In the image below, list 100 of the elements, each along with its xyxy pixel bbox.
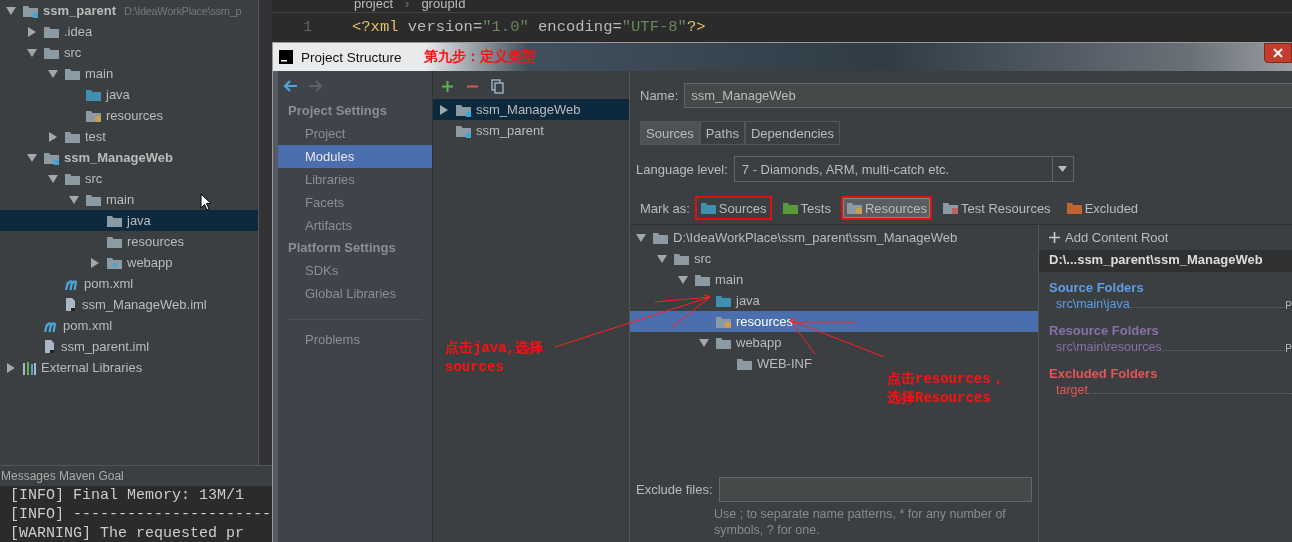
tree-row[interactable]: ssm_ManageWeb.iml [0, 294, 258, 315]
folder-properties-label[interactable]: P [1285, 343, 1292, 354]
add-content-root-button[interactable]: Add Content Root [1039, 225, 1179, 250]
nav-item[interactable]: Project [278, 122, 432, 145]
folder-icon [736, 356, 753, 371]
language-level-dropdown[interactable]: 7 - Diamonds, ARM, multi-catch etc. [733, 156, 1074, 182]
folder-icon [106, 234, 123, 249]
mark-as-button[interactable]: Excluded [1060, 196, 1144, 220]
tree-row[interactable]: webapp [0, 252, 258, 273]
tree-row[interactable]: java [0, 84, 258, 105]
mark-as-button[interactable]: Test Resources [937, 196, 1056, 220]
tree-row[interactable]: pom.xml [0, 315, 258, 336]
expanded-arrow-icon[interactable] [636, 232, 646, 243]
tree-row[interactable]: External Libraries [0, 357, 258, 378]
name-field[interactable]: ssm_ManageWeb [684, 83, 1292, 108]
tree-row[interactable]: D:\IdeaWorkPlace\ssm_parent\ssm_ManageWeb [630, 227, 1038, 248]
exclude-files-field[interactable] [718, 477, 1032, 502]
back-arrow-icon[interactable] [284, 80, 298, 92]
tree-row[interactable]: webapp [630, 332, 1038, 353]
tree-row[interactable]: resources [630, 311, 1038, 332]
expanded-arrow-icon[interactable] [657, 253, 667, 264]
tree-row[interactable]: main [630, 269, 1038, 290]
annotation-text: 第九步：定义类型 [423, 48, 536, 66]
folder-icon [845, 201, 863, 215]
tree-row[interactable]: pom.xml [0, 273, 258, 294]
tree-row[interactable]: java [630, 290, 1038, 311]
tree-row[interactable]: resources [0, 105, 258, 126]
content-root-path: D:\...ssm_parent\ssm_ManageWeb [1039, 250, 1292, 272]
mark-as-button[interactable]: Tests [776, 196, 836, 220]
nav-item[interactable]: Facets [278, 191, 432, 214]
log-line: [WARNING] The requested pr [9, 524, 245, 542]
tab[interactable]: Dependencies [744, 121, 841, 145]
dropdown-arrow-icon [1058, 166, 1068, 172]
mouse-cursor-icon [200, 193, 212, 211]
tree-row[interactable]: src [0, 168, 258, 189]
collapsed-arrow-icon[interactable] [27, 26, 37, 37]
log-line: [INFO] Final Memory: 13M/1 [9, 486, 245, 505]
close-icon [1273, 48, 1283, 58]
tree-row[interactable]: ssm_ManageWeb [0, 147, 258, 168]
expanded-arrow-icon[interactable] [27, 47, 37, 58]
folder-icon [652, 230, 669, 245]
tree-item-label: resources [106, 108, 164, 123]
copy-icon[interactable] [491, 78, 504, 94]
add-icon[interactable] [441, 79, 454, 93]
nav-item[interactable]: SDKs [278, 259, 432, 282]
collapsed-arrow-icon[interactable] [6, 362, 16, 373]
section-heading: Platform Settings [287, 239, 397, 257]
expanded-arrow-icon[interactable] [69, 194, 79, 205]
tree-row[interactable]: resources [0, 231, 258, 252]
tree-item-label: resources [127, 234, 185, 249]
expanded-arrow-icon[interactable] [48, 173, 58, 184]
mark-as-button[interactable]: Sources [694, 196, 772, 220]
module-item[interactable]: ssm_parent [433, 120, 629, 141]
module-name: ssm_ManageWeb [476, 102, 581, 117]
module-item[interactable]: ssm_ManageWeb [433, 99, 629, 120]
field-label: Language level: [636, 161, 728, 177]
tree-row[interactable]: .idea [0, 21, 258, 42]
close-button[interactable] [1264, 43, 1292, 63]
collapsed-arrow-icon[interactable] [90, 257, 100, 268]
log-line: [INFO] ---------------------- [9, 505, 272, 524]
folder-properties-label[interactable]: P [1285, 300, 1292, 311]
folder-icon [1065, 201, 1083, 215]
collapsed-arrow-icon[interactable] [48, 131, 58, 142]
tree-row[interactable]: main [0, 63, 258, 84]
folder-icon [22, 3, 39, 18]
tree-item-label: D:\IdeaWorkPlace\ssm_parent\ssm_ManageWeb [673, 230, 958, 245]
tree-row[interactable]: src [630, 248, 1038, 269]
collapsed-arrow-icon[interactable] [439, 104, 449, 115]
tree-item-label: webapp [736, 335, 782, 350]
folder-icon [715, 293, 732, 308]
nav-item[interactable]: Problems [278, 328, 432, 351]
folder-path: src\main\java [1056, 297, 1130, 311]
tree-row[interactable]: ssm_parent.iml [0, 336, 258, 357]
folder-group-title: Excluded Folders [1048, 365, 1159, 383]
mark-as-button[interactable]: Resources [840, 196, 933, 220]
expanded-arrow-icon[interactable] [27, 152, 37, 163]
folder-icon [942, 201, 960, 215]
tree-row[interactable]: test [0, 126, 258, 147]
folder-icon [781, 201, 799, 215]
nav-item[interactable]: Modules [278, 145, 432, 168]
tree-item-label: java [106, 87, 130, 102]
tree-item-label: ssm_parent.iml [61, 339, 150, 354]
tree-item-label: pom.xml [63, 318, 113, 333]
nav-item[interactable]: Artifacts [278, 214, 432, 237]
expanded-arrow-icon[interactable] [48, 68, 58, 79]
expanded-arrow-icon[interactable] [699, 337, 709, 348]
tab[interactable]: Sources [640, 121, 700, 145]
tree-row[interactable]: ssm_parent D:\IdeaWorkPlace\ssm_p [0, 0, 258, 21]
tree-row[interactable]: src [0, 42, 258, 63]
tree-row[interactable]: java [0, 210, 258, 231]
tab[interactable]: Paths [699, 121, 745, 145]
tree-item-label: main [715, 272, 744, 287]
folder-icon [455, 102, 472, 117]
tree-row[interactable]: main [0, 189, 258, 210]
expanded-arrow-icon[interactable] [678, 274, 688, 285]
nav-item[interactable]: Libraries [278, 168, 432, 191]
field-label: Mark as: [640, 200, 690, 216]
nav-item[interactable]: Global Libraries [278, 282, 432, 305]
expanded-arrow-icon[interactable] [6, 5, 16, 16]
breadcrumb-separator: › [405, 0, 410, 12]
